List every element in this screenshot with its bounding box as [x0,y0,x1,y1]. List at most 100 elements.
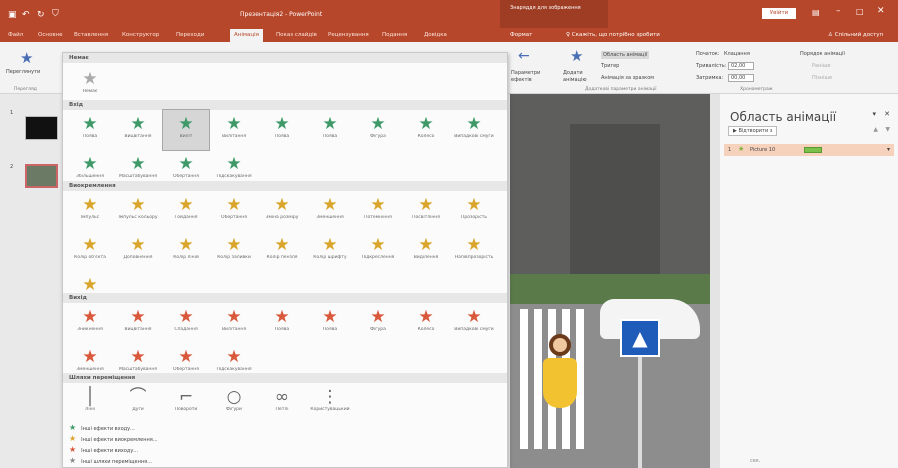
emphasis-effect[interactable]: ★ Гойдання [163,191,209,231]
tab-file[interactable]: Файл [8,32,23,38]
emphasis-effect[interactable]: ★ Обертання [211,191,257,231]
tab-format[interactable]: Формат [510,32,532,38]
exit-effect[interactable]: ★ Поява [307,303,353,343]
exit-effect[interactable]: ★ Випадкові смуги [451,303,497,343]
slide-canvas[interactable]: ▲ [510,94,710,468]
close-icon[interactable]: ✕ [877,6,885,16]
effect-label: Дуги [132,407,144,412]
redo-icon[interactable]: ↻ [37,10,45,20]
entrance-effect[interactable]: ★ Виліт [162,109,210,151]
emphasis-effect[interactable]: ★ Колір шрифту [307,231,353,271]
move-up-icon[interactable]: ▲ [873,126,878,133]
entrance-effect[interactable]: ★ Поява [67,110,113,150]
more-effects-link[interactable]: ★ Інші ефекти виокремлення... [69,434,158,443]
entrance-effect[interactable]: ★ Вилітання [211,110,257,150]
emphasis-effect[interactable]: ★ Доповнення [115,231,161,271]
girl-picture[interactable] [540,334,580,454]
start-select[interactable]: Клацання [724,51,750,57]
animation-pane-button[interactable]: Область анімації [601,51,650,59]
motion-path-effect[interactable]: ⌒ Дуги [115,383,161,423]
tab-design[interactable]: Конструктор [122,32,159,38]
share-button[interactable]: ♙ Спільний доступ [828,32,883,38]
emphasis-effect[interactable]: ★ Виділення [403,231,449,271]
more-effects-link[interactable]: ★ Інші ефекти виходу... [69,445,138,454]
item-dropdown-icon[interactable]: ▾ [887,146,890,153]
preview-button[interactable]: Переглянути [6,69,40,75]
motion-path-effect[interactable]: ⋮ Користувацький [307,383,353,423]
pane-options-icon[interactable]: ▾ [872,110,876,118]
emphasis-effect[interactable]: ★ Імпульс кольору [115,191,161,231]
motion-path-effect[interactable]: │ Лінії [67,383,113,423]
duration-input[interactable]: 02,00 [728,62,755,70]
trigger-button[interactable]: Тригер [601,63,619,69]
effect-label: Поява [82,134,98,139]
emphasis-effect[interactable]: ★ Посвітління [403,191,449,231]
slide-thumbnail[interactable] [25,164,58,188]
entrance-effect[interactable]: ★ Колесо [403,110,449,150]
delay-input[interactable]: 00,00 [728,74,755,82]
emphasis-effect[interactable]: ★ Потемніння [355,191,401,231]
sign-in-button[interactable]: Увійти [762,8,796,19]
more-effects-link[interactable]: ★ Інші ефекти входу... [69,423,135,432]
path-icon: ⌒ [129,387,147,407]
motion-path-effect[interactable]: ∞ Петлі [259,383,305,423]
move-later-button[interactable]: Пізніше [812,75,832,81]
slide-thumbnail[interactable] [25,116,58,140]
emphasis-effect[interactable]: ★ Підкреслення [355,231,401,271]
motion-path-effect[interactable]: ○ Фігури [211,383,257,423]
exit-effect[interactable]: ★ Спадання [163,303,209,343]
effect-label: Підкреслення [361,255,395,260]
more-effects-link[interactable]: ★ Інші шляхи переміщення... [69,456,152,465]
minimize-icon[interactable]: – [836,6,841,16]
exit-effect[interactable]: ★ Колесо [403,303,449,343]
move-down-icon[interactable]: ▼ [885,126,890,133]
emphasis-effect[interactable]: ★ Імпульс [67,191,113,231]
effect-label: Підскакування [216,367,252,372]
tab-insert[interactable]: Вставлення [74,32,108,38]
star-icon: ★ [466,235,482,255]
tab-slideshow[interactable]: Показ слайдів [276,32,317,38]
exit-effect[interactable]: ★ Вилітання [211,303,257,343]
exit-effect[interactable]: ★ Фігура [355,303,401,343]
tab-transitions[interactable]: Переходи [176,32,204,38]
exit-effect[interactable]: ★ Поява [259,303,305,343]
emphasis-effect[interactable]: ★ Колір пензля [259,231,305,271]
exit-effect[interactable]: ★ Зникнення [67,303,113,343]
play-from-button[interactable]: ▶ Відтворити з [728,126,778,136]
path-icon: ∞ [274,387,290,407]
emphasis-effect[interactable]: ★ Колір заливки [211,231,257,271]
entrance-effect[interactable]: ★ Вицвітання [115,110,161,150]
tab-animations[interactable]: Анімація [230,29,263,42]
move-earlier-button[interactable]: Раніше [812,63,830,69]
maximize-icon[interactable]: □ [856,7,864,16]
tab-help[interactable]: Довідка [424,32,447,38]
entrance-effect[interactable]: ★ Поява [307,110,353,150]
tab-view[interactable]: Подання [382,32,407,38]
ribbon-display-icon[interactable]: ▤ [812,8,820,17]
tab-review[interactable]: Рецензування [328,32,369,38]
animation-list-item[interactable]: 1 ★ Picture 10 ▾ [724,144,894,156]
tell-me-search[interactable]: ♀ Скажіть, що потрібно зробити [566,32,660,38]
motion-path-effect[interactable]: ⌐ Повороти [163,383,209,423]
effect-label: Колір шрифту [313,255,347,260]
tab-home[interactable]: Основне [38,32,63,38]
emphasis-effect[interactable]: ★ Колір об'єкта [67,231,113,271]
entrance-effect[interactable]: ★ Випадкові смуги [451,110,497,150]
entrance-effect[interactable]: ★ Фігура [355,110,401,150]
effect-options-button[interactable]: Параметри ефектів [511,70,551,84]
pane-close-icon[interactable]: ✕ [884,110,890,118]
entrance-effect[interactable]: ★ Поява [259,110,305,150]
animation-painter-button[interactable]: Анімація за зразком [601,75,654,81]
add-animation-button[interactable]: Додати анімацію [563,70,595,84]
star-icon: ★ [82,307,98,327]
undo-icon[interactable]: ↶ [22,10,30,20]
emphasis-effect[interactable]: ★ Зменшення [307,191,353,231]
emphasis-effect[interactable]: ★ Прозорість [451,191,497,231]
emphasis-effect[interactable]: ★ Зміна розміру [259,191,305,231]
emphasis-effect[interactable]: ★ Колір ліній [163,231,209,271]
customize-icon[interactable]: ⛉ [52,9,59,19]
exit-effect[interactable]: ★ Вицвітання [115,303,161,343]
none-effect[interactable]: ★ Немає [67,65,113,105]
emphasis-effect[interactable]: ★ Напівпрозорість [451,231,497,271]
save-icon[interactable]: ▣ [8,10,17,20]
